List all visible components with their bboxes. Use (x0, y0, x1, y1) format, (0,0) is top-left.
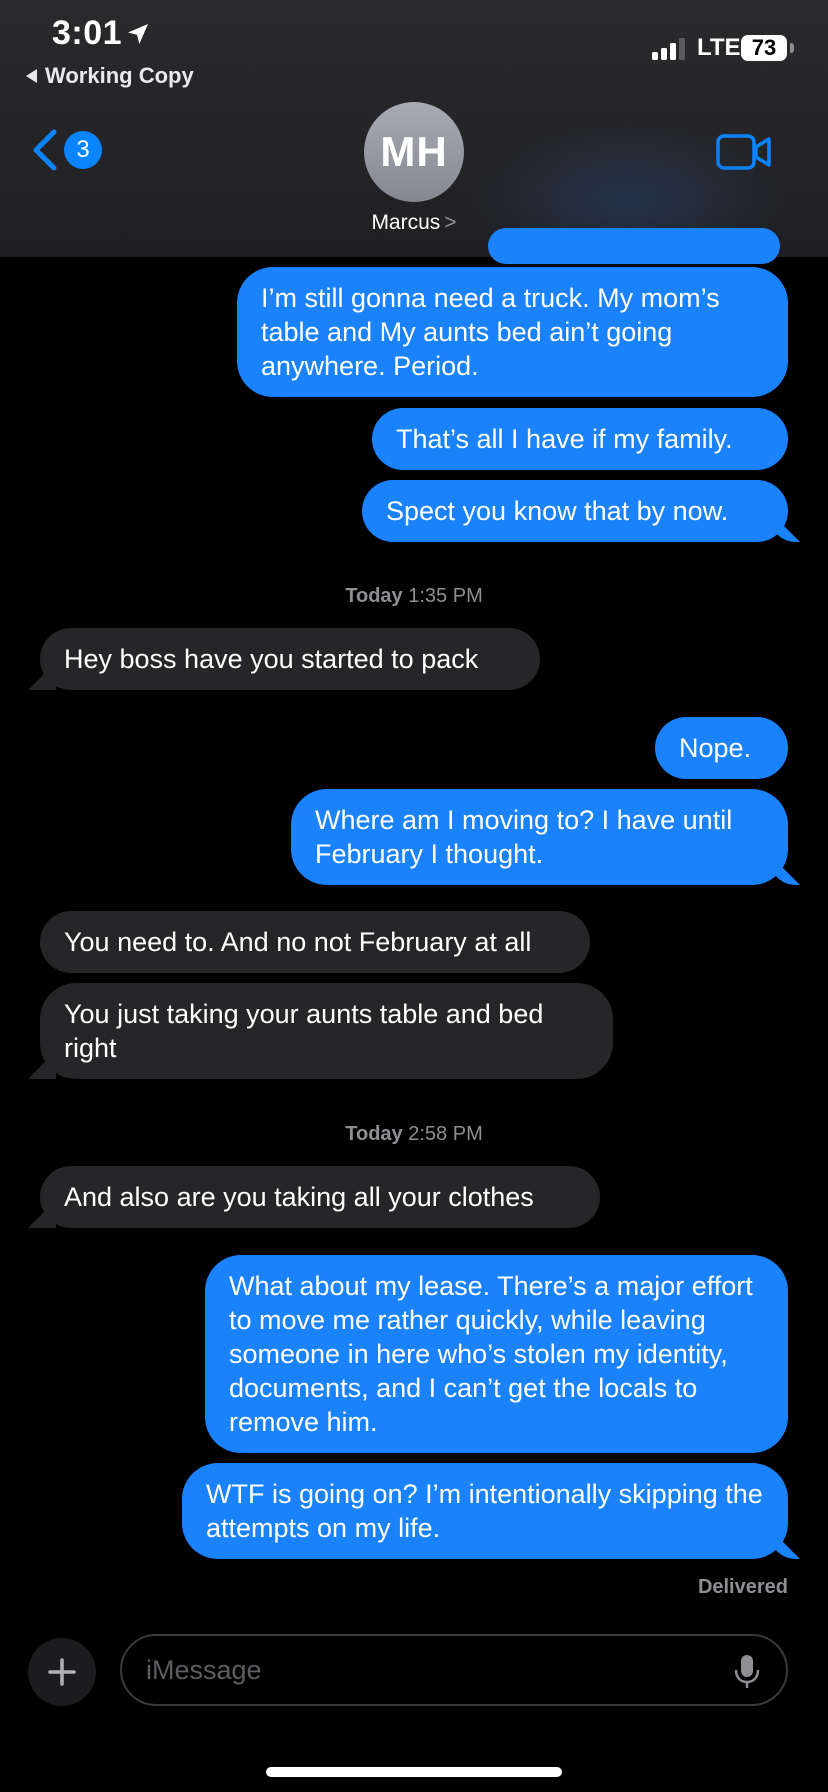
message-bubble-sent[interactable]: Spect you know that by now. (362, 480, 788, 542)
back-button[interactable]: 3 (30, 128, 102, 172)
message-bubble-sent[interactable]: I’m still gonna need a truck. My mom’s t… (237, 267, 788, 397)
timestamp: Today 2:58 PM (0, 1123, 828, 1146)
contact-avatar[interactable]: MH (364, 102, 464, 202)
delivered-status: Delivered (697, 1576, 788, 1598)
home-indicator[interactable] (266, 1767, 562, 1777)
message-bubble-received[interactable]: Hey boss have you started to pack (40, 628, 540, 690)
plus-icon (48, 1658, 76, 1686)
timestamp: Today 1:35 PM (0, 585, 828, 608)
location-arrow-icon (128, 24, 148, 44)
message-bubble-sent[interactable]: What about my lease. There’s a major eff… (205, 1255, 788, 1453)
message-bubble-sent[interactable]: WTF is going on? I’m intentionally skipp… (182, 1463, 788, 1559)
timestamp-day: Today (345, 1123, 403, 1145)
timestamp-time: 2:58 PM (408, 1123, 483, 1145)
message-bubble-partial (488, 228, 780, 264)
status-time: 3:01 (52, 14, 123, 52)
timestamp-time: 1:35 PM (408, 585, 483, 607)
message-bubble-sent[interactable]: Where am I moving to? I have until Febru… (291, 789, 788, 885)
back-app-label: Working Copy (45, 63, 194, 88)
message-bubble-received[interactable]: You need to. And no not February at all (40, 911, 590, 973)
contact-name-label: Marcus (371, 211, 441, 234)
battery-indicator: 73 (741, 35, 787, 61)
imessage-input[interactable]: iMessage (120, 1634, 788, 1706)
microphone-icon[interactable] (734, 1654, 760, 1690)
cellular-signal-icon (652, 38, 685, 60)
back-triangle-icon (26, 69, 37, 83)
message-bubble-sent[interactable]: That’s all I have if my family. (372, 408, 788, 470)
network-type: LTE (697, 34, 741, 61)
message-bubble-received[interactable]: You just taking your aunts table and bed… (40, 983, 613, 1079)
chevron-left-icon (33, 129, 57, 171)
battery-cap (790, 43, 794, 53)
unread-count-badge: 3 (64, 131, 102, 169)
message-bubble-received[interactable]: And also are you taking all your clothes (40, 1166, 600, 1228)
apps-plus-button[interactable] (28, 1638, 96, 1706)
back-to-app-link[interactable]: Working Copy (26, 63, 194, 89)
chevron-right-icon: > (444, 211, 457, 234)
imessage-placeholder: iMessage (146, 1654, 262, 1685)
timestamp-day: Today (345, 585, 403, 607)
message-bubble-sent[interactable]: Nope. (655, 717, 788, 779)
conversation-header: 3:01 Working Copy LTE 73 3 MH Marcus > (0, 0, 828, 257)
facetime-video-icon[interactable] (716, 132, 772, 172)
